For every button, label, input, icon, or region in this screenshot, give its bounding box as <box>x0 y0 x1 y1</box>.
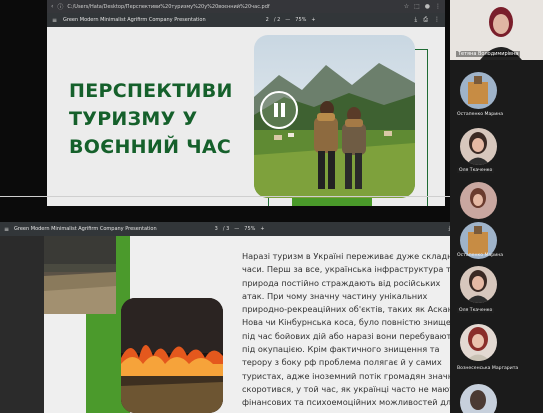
avatar <box>460 266 497 303</box>
participant-name: Остапенко Марина <box>457 253 504 258</box>
participant-tile[interactable]: Вознесенська Маргарита <box>450 324 543 374</box>
doc-title: Green Modern Minimalist Agrifirm Company… <box>63 17 206 23</box>
avatar <box>460 128 497 165</box>
more-icon[interactable]: ⋮ <box>435 3 441 10</box>
participant-name: Остапенко Марина <box>457 112 504 117</box>
accent-bar <box>292 198 372 206</box>
zoom-out-icon[interactable]: — <box>285 17 290 23</box>
wildfire-photo <box>121 298 223 413</box>
zoom-level[interactable]: 75% <box>244 226 255 232</box>
pause-icon[interactable] <box>260 91 298 129</box>
pdf-toolbar: ≡ Green Modern Minimalist Agrifirm Compa… <box>0 222 478 236</box>
participant-tile[interactable]: Остапенко Марина <box>450 72 543 122</box>
avatar <box>460 72 497 109</box>
info-icon: ⓘ <box>57 4 64 11</box>
zoom-level[interactable]: 75% <box>295 17 306 23</box>
pdf-toolbar: ≡ Green Modern Minimalist Agrifirm Compa… <box>47 13 445 27</box>
hamburger-icon[interactable]: ≡ <box>4 226 9 233</box>
page-total: / 3 <box>222 226 230 232</box>
participant-tile[interactable]: Оля Ткаченко <box>450 128 543 178</box>
participant-tile[interactable] <box>450 182 543 219</box>
screen-share-area: ‹ ⓘ C:/Users/Hata/Desktop/Перспективи%20… <box>0 0 478 413</box>
avatar <box>460 324 497 361</box>
page-current[interactable]: 2 <box>266 17 269 23</box>
hamburger-icon[interactable]: ≡ <box>52 17 57 24</box>
avatar <box>460 384 497 413</box>
zoom-in-icon[interactable]: + <box>311 17 315 23</box>
print-icon[interactable]: ⎙ <box>423 16 428 24</box>
divider-line <box>0 196 478 197</box>
participant-name: Оля Ткаченко <box>457 308 495 313</box>
slide-title: ПЕРСПЕКТИВИ ТУРИЗМУ У ВОЄННИЙ ЧАС <box>69 77 234 161</box>
page-current[interactable]: 3 <box>215 226 218 232</box>
avatar <box>460 182 497 219</box>
slide-body-text: Наразі туризм в Україні переживає дуже с… <box>242 251 462 413</box>
pager: 2 / 2 — 75% + <box>266 17 316 23</box>
pager: 3 / 3 — 75% + <box>215 226 265 232</box>
participant-name: Оля Ткаченко <box>457 168 495 173</box>
zoom-out-icon[interactable]: — <box>234 226 239 232</box>
participant-name: Тетяна Володимирівна <box>456 51 521 57</box>
participant-tile[interactable] <box>450 384 543 413</box>
landscape-photo <box>44 236 116 314</box>
star-icon[interactable]: ☆ <box>404 3 409 10</box>
slide-title-page: ПЕРСПЕКТИВИ ТУРИЗМУ У ВОЄННИЙ ЧАС <box>47 27 445 206</box>
slide-title-line-3: ВОЄННИЙ ЧАС <box>69 136 232 158</box>
address-bar[interactable]: ‹ ⓘ C:/Users/Hata/Desktop/Перспективи%20… <box>47 0 445 13</box>
profile-icon[interactable]: ● <box>425 3 430 10</box>
doc-title: Green Modern Minimalist Agrifirm Company… <box>14 226 157 232</box>
participant-name: Вознесенська Маргарита <box>457 366 519 371</box>
participant-tile[interactable]: Оля Ткаченко <box>450 266 543 316</box>
page-total: / 2 <box>273 17 281 23</box>
extensions-icon[interactable]: ⬚ <box>414 3 420 10</box>
participants-panel: Тетяна Володимирівна Остапенко Марина Ол… <box>450 0 543 413</box>
address-url[interactable]: C:/Users/Hata/Desktop/Перспективи%20тури… <box>67 4 269 10</box>
participant-tile-active[interactable]: Тетяна Володимирівна <box>450 0 543 60</box>
participant-tile[interactable]: Остапенко Марина <box>450 222 543 272</box>
slide-title-line-1: ПЕРСПЕКТИВИ <box>69 80 233 102</box>
slide-title-line-2: ТУРИЗМУ У <box>69 108 198 130</box>
more-icon[interactable]: ⋮ <box>434 16 440 24</box>
download-icon[interactable]: ⤓ <box>415 16 418 24</box>
back-icon[interactable]: ‹ <box>51 3 53 10</box>
zoom-in-icon[interactable]: + <box>260 226 264 232</box>
slide-text-page: Наразі туризм в Україні переживає дуже с… <box>44 236 467 413</box>
screen: { "top_window": { "url": "C:/Users/Hata/… <box>0 0 543 413</box>
